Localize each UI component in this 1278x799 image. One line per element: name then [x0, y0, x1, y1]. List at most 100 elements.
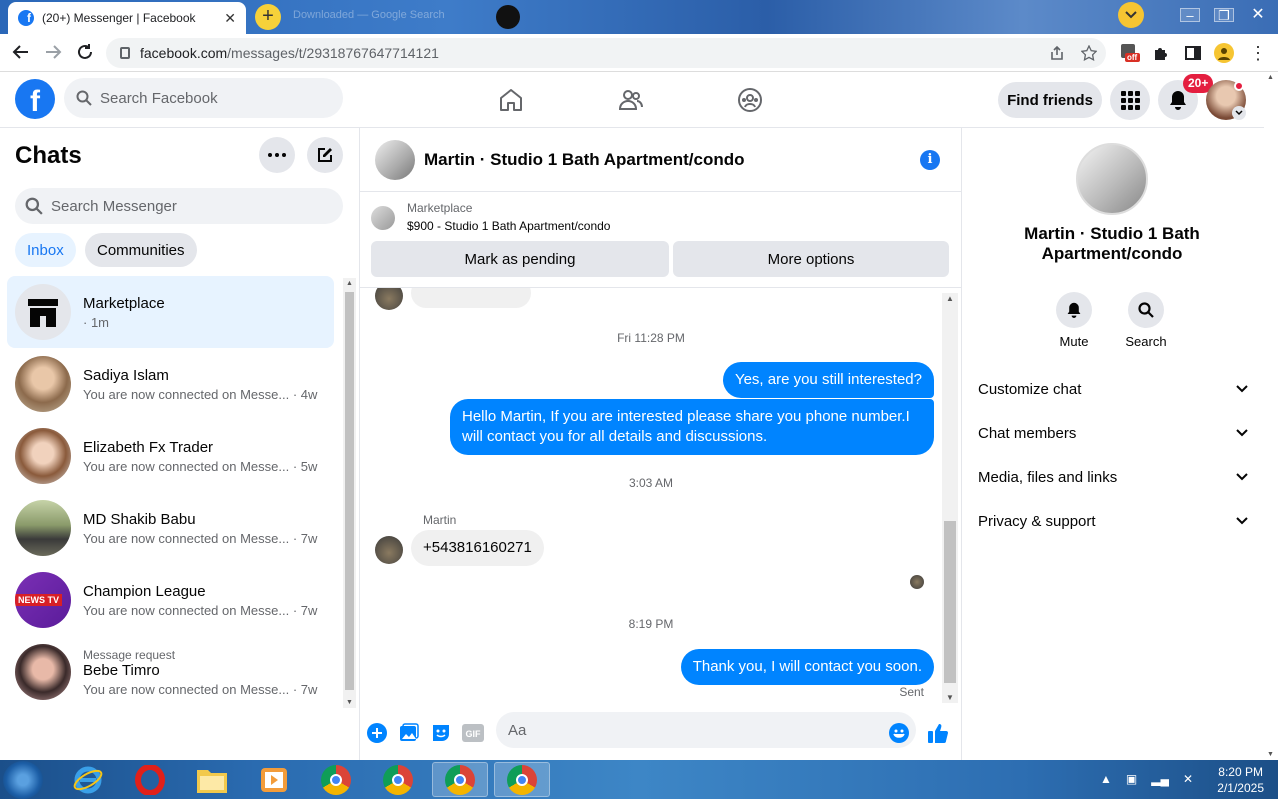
- media-player-icon[interactable]: [246, 762, 302, 797]
- reload-icon[interactable]: [76, 43, 94, 66]
- internet-explorer-icon[interactable]: [60, 762, 116, 797]
- lock-icon[interactable]: [120, 47, 130, 59]
- background-tab-title[interactable]: Downloaded — Google Search: [293, 9, 445, 21]
- filter-inbox-tab[interactable]: Inbox: [15, 233, 76, 267]
- gif-icon[interactable]: GIF: [462, 722, 484, 744]
- attach-photo-icon[interactable]: [398, 722, 420, 744]
- browser-menu-kebab-icon[interactable]: ⋮: [1248, 43, 1268, 63]
- facebook-logo-icon[interactable]: f: [15, 79, 55, 119]
- chat-name: Bebe Timro: [83, 661, 160, 679]
- message-bubble-outgoing[interactable]: Yes, are you still interested?: [722, 362, 934, 398]
- extension-off-badge: off: [1127, 53, 1138, 62]
- profile-account-icon[interactable]: [1214, 43, 1234, 63]
- extensions-puzzle-icon[interactable]: [1151, 43, 1171, 63]
- filter-communities-tab[interactable]: Communities: [85, 233, 197, 267]
- groups-icon[interactable]: [736, 86, 764, 114]
- mute-button[interactable]: Mute: [1044, 292, 1104, 349]
- clock[interactable]: 8:20 PM 2/1/2025: [1217, 764, 1264, 796]
- share-icon[interactable]: [1047, 43, 1067, 63]
- search-in-conversation-button[interactable]: Search: [1116, 292, 1176, 349]
- friends-icon[interactable]: [617, 86, 645, 114]
- chat-item-elizabeth-fx-trader[interactable]: Elizabeth Fx Trader You are now connected…: [7, 420, 334, 492]
- chat-name: Champion League: [83, 582, 206, 600]
- chat-item-champion-league[interactable]: NEWS TV Champion League You are now conne…: [7, 564, 334, 636]
- tab-search-chevron-icon[interactable]: [1118, 2, 1144, 28]
- section-customize-chat[interactable]: Customize chat: [978, 371, 1248, 407]
- chrome-active-window-icon[interactable]: [432, 762, 488, 797]
- scrollbar-thumb[interactable]: [345, 292, 354, 690]
- menu-grid-icon[interactable]: [1110, 80, 1150, 120]
- listing-thumbnail[interactable]: [371, 206, 395, 230]
- forward-arrow-icon[interactable]: [44, 43, 62, 66]
- search-icon[interactable]: [1128, 292, 1164, 328]
- show-hidden-icons-arrow-icon[interactable]: ▲: [1100, 772, 1112, 786]
- volume-muted-icon[interactable]: ✕: [1183, 772, 1193, 786]
- extension-off-icon[interactable]: off: [1120, 43, 1140, 63]
- marketplace-label: Marketplace: [407, 201, 473, 215]
- tab-close-icon[interactable]: ✕: [224, 10, 236, 27]
- section-chat-members[interactable]: Chat members: [978, 415, 1248, 451]
- message-bubble-incoming[interactable]: +543816160271: [411, 530, 544, 566]
- listing-title[interactable]: $900 - Studio 1 Bath Apartment/condo: [407, 219, 610, 233]
- chat-item-sadiya-islam[interactable]: Sadiya Islam You are now connected on Mes…: [7, 348, 334, 420]
- more-options-button[interactable]: More options: [673, 241, 949, 277]
- minimize-icon[interactable]: –: [1180, 8, 1200, 23]
- message-bubble-outgoing[interactable]: Hello Martin, If you are interested plea…: [450, 399, 934, 455]
- scroll-up-arrow-icon[interactable]: ▲: [1267, 74, 1274, 81]
- new-tab-button[interactable]: +: [255, 4, 281, 30]
- message-bubble-incoming-cropped: [411, 288, 531, 308]
- conversation-title[interactable]: Martin · Studio 1 Bath Apartment/condo: [424, 150, 744, 170]
- chrome-icon[interactable]: [308, 762, 364, 797]
- chrome-profile-icon[interactable]: [370, 762, 426, 797]
- file-explorer-folder-icon[interactable]: [184, 762, 240, 797]
- action-center-flag-icon[interactable]: ▣: [1126, 772, 1137, 786]
- like-thumbs-up-icon[interactable]: [927, 722, 949, 744]
- scroll-up-arrow-icon[interactable]: ▲: [946, 294, 954, 303]
- sticker-icon[interactable]: [430, 722, 452, 744]
- bell-icon[interactable]: [1056, 292, 1092, 328]
- timestamp: Fri 11:28 PM: [617, 331, 685, 345]
- message-bubble-outgoing[interactable]: Thank you, I will contact you soon.: [680, 649, 934, 685]
- chat-item-marketplace[interactable]: Marketplace · 1m: [7, 276, 334, 348]
- background-tab-icon[interactable]: [496, 5, 520, 29]
- chat-options-more-icon[interactable]: [259, 137, 295, 173]
- maximize-icon[interactable]: ❐: [1214, 8, 1234, 23]
- scroll-down-arrow-icon[interactable]: ▼: [346, 699, 353, 706]
- avatar[interactable]: [1076, 143, 1148, 215]
- chats-scrollbar[interactable]: ▲ ▼: [343, 278, 356, 708]
- scroll-down-arrow-icon[interactable]: ▼: [946, 693, 954, 702]
- avatar[interactable]: [375, 536, 403, 564]
- find-friends-button[interactable]: Find friends: [998, 82, 1102, 118]
- scrollbar-thumb[interactable]: [944, 521, 956, 683]
- browser-tab-active[interactable]: f (20+) Messenger | Facebook ✕: [8, 2, 246, 34]
- close-window-icon[interactable]: ✕: [1248, 7, 1268, 23]
- account-chevron-down-icon[interactable]: [1232, 106, 1246, 120]
- avatar[interactable]: [375, 139, 415, 180]
- add-more-plus-icon[interactable]: [366, 722, 388, 744]
- mark-as-pending-button[interactable]: Mark as pending: [371, 241, 669, 277]
- side-panel-icon[interactable]: [1183, 43, 1203, 63]
- home-icon[interactable]: [497, 86, 525, 114]
- messages-scrollbar[interactable]: ▲ ▼: [942, 293, 958, 703]
- new-message-compose-icon[interactable]: [307, 137, 343, 173]
- back-arrow-icon[interactable]: [12, 43, 30, 66]
- chat-item-bebe-timro[interactable]: Message request Bebe Timro You are now con…: [7, 636, 334, 708]
- start-button-windows-icon[interactable]: [3, 761, 43, 799]
- chat-item-md-shakib-babu[interactable]: MD Shakib Babu You are now connected on M…: [7, 492, 334, 564]
- scroll-down-arrow-icon[interactable]: ▼: [1267, 751, 1274, 758]
- emoji-icon[interactable]: [888, 722, 910, 744]
- url-field[interactable]: facebook.com/messages/t/2931876764771412…: [106, 38, 1106, 68]
- info-icon[interactable]: i: [920, 150, 940, 170]
- scroll-up-arrow-icon[interactable]: ▲: [346, 280, 353, 287]
- page-scrollbar[interactable]: ▲ ▼: [1264, 72, 1278, 760]
- opera-icon[interactable]: [122, 762, 178, 797]
- messenger-search-input[interactable]: Search Messenger: [15, 188, 343, 224]
- facebook-search-input[interactable]: Search Facebook: [64, 78, 343, 118]
- chat-preview: You are now connected on Messe... · 7w: [83, 681, 318, 697]
- message-input[interactable]: Aa: [496, 712, 916, 748]
- section-media-files-links[interactable]: Media, files and links: [978, 459, 1248, 495]
- network-signal-icon[interactable]: ▂▄: [1151, 772, 1169, 786]
- bookmark-star-icon[interactable]: [1079, 43, 1099, 63]
- section-privacy-support[interactable]: Privacy & support: [978, 503, 1248, 539]
- chrome-window-icon[interactable]: [494, 762, 550, 797]
